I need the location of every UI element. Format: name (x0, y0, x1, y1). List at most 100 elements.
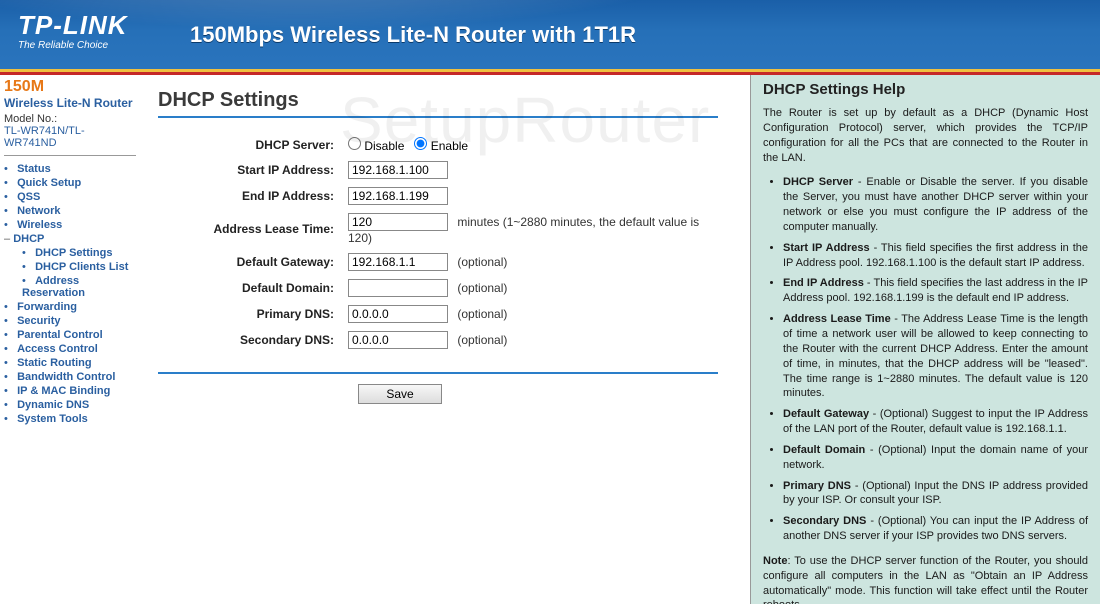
help-panel: DHCP Settings Help The Router is set up … (750, 73, 1100, 604)
rule-top (158, 116, 718, 118)
help-term: Default Gateway (783, 408, 869, 420)
radio-enable[interactable] (414, 137, 427, 150)
label-dhcp-server: DHCP Server: (160, 134, 340, 156)
label-domain: Default Domain: (160, 276, 340, 300)
help-term: Primary DNS (783, 480, 851, 492)
sidebar-link[interactable]: Parental Control (17, 329, 103, 341)
sidebar-link[interactable]: Static Routing (17, 357, 92, 369)
sidebar-item[interactable]: • IP & MAC Binding (4, 384, 136, 398)
sidebar-link[interactable]: Access Control (17, 343, 98, 355)
gateway-input[interactable] (348, 253, 448, 271)
sidebar-subitem[interactable]: • Address Reservation (4, 274, 136, 300)
sidebar-item[interactable]: • Static Routing (4, 356, 136, 370)
bullet-icon: • (4, 315, 14, 327)
main-panel: SetupRouter DHCP Settings DHCP Server: D… (140, 73, 750, 604)
sidebar-item[interactable]: • Parental Control (4, 328, 136, 342)
help-item: DHCP Server - Enable or Disable the serv… (783, 175, 1088, 234)
end-ip-input[interactable] (348, 187, 448, 205)
sidebar-item[interactable]: • Network (4, 204, 136, 218)
sidebar: 150M Wireless Lite-N Router Model No.: T… (0, 73, 140, 604)
bullet-icon: • (4, 205, 14, 217)
start-ip-input[interactable] (348, 161, 448, 179)
sidebar-item[interactable]: • Status (4, 162, 136, 176)
sidebar-item[interactable]: • Quick Setup (4, 176, 136, 190)
model-value: TL-WR741N/TL-WR741ND (4, 125, 136, 149)
label-sdns: Secondary DNS: (160, 328, 340, 352)
help-text: - The Address Lease Time is the length o… (783, 313, 1088, 399)
gateway-optional: (optional) (451, 255, 507, 269)
help-term: Address Lease Time (783, 313, 891, 325)
bullet-icon: • (4, 177, 14, 189)
sdns-input[interactable] (348, 331, 448, 349)
sidebar-link[interactable]: Security (17, 315, 60, 327)
sidebar-sublink[interactable]: DHCP Settings (35, 247, 112, 259)
bullet-icon: • (4, 191, 14, 203)
sidebar-sublink[interactable]: DHCP Clients List (35, 261, 128, 273)
radio-enable-wrap[interactable]: Enable (414, 139, 468, 153)
sidebar-item[interactable]: • System Tools (4, 412, 136, 426)
sidebar-link[interactable]: Dynamic DNS (17, 399, 89, 411)
sidebar-model-subtitle: Wireless Lite-N Router (4, 96, 136, 110)
help-item: Default Domain - (Optional) Input the do… (783, 443, 1088, 473)
bullet-icon: • (4, 329, 14, 341)
label-start-ip: Start IP Address: (160, 158, 340, 182)
bullet-icon: • (4, 357, 14, 369)
help-note-label: Note (763, 555, 787, 567)
radio-disable[interactable] (348, 137, 361, 150)
radio-disable-wrap[interactable]: Disable (348, 139, 408, 153)
sidebar-link[interactable]: Network (17, 205, 60, 217)
label-gateway: Default Gateway: (160, 250, 340, 274)
sidebar-link[interactable]: Forwarding (17, 301, 77, 313)
sidebar-item[interactable]: • QSS (4, 190, 136, 204)
lease-input[interactable] (348, 213, 448, 231)
current-arrow-icon: – (4, 233, 13, 245)
sidebar-link[interactable]: DHCP (13, 233, 44, 245)
bullet-icon: • (22, 247, 32, 259)
sidebar-item[interactable]: • Access Control (4, 342, 136, 356)
sidebar-link[interactable]: Wireless (17, 219, 62, 231)
sidebar-link[interactable]: IP & MAC Binding (17, 385, 110, 397)
help-term: Start IP Address (783, 242, 870, 254)
help-term: DHCP Server (783, 176, 853, 188)
sidebar-item[interactable]: – DHCP (4, 232, 136, 246)
bullet-icon: • (4, 219, 14, 231)
help-term: Default Domain (783, 444, 865, 456)
radio-enable-label: Enable (431, 139, 468, 153)
sidebar-item[interactable]: • Bandwidth Control (4, 370, 136, 384)
header: TP-LINK The Reliable Choice 150Mbps Wire… (0, 0, 1100, 72)
sidebar-item[interactable]: • Dynamic DNS (4, 398, 136, 412)
sidebar-sublink[interactable]: Address Reservation (22, 275, 85, 299)
sidebar-menu: • Status• Quick Setup• QSS• Network• Wir… (4, 162, 136, 426)
domain-input[interactable] (348, 279, 448, 297)
pdns-input[interactable] (348, 305, 448, 323)
label-lease: Address Lease Time: (160, 210, 340, 248)
radio-disable-label: Disable (364, 139, 404, 153)
sidebar-subitem[interactable]: • DHCP Settings (4, 246, 136, 260)
help-item: Start IP Address - This field specifies … (783, 241, 1088, 271)
sidebar-link[interactable]: Bandwidth Control (17, 371, 115, 383)
brand-logo: TP-LINK The Reliable Choice (18, 12, 128, 51)
page-title: DHCP Settings (158, 89, 732, 112)
sidebar-subitem[interactable]: • DHCP Clients List (4, 260, 136, 274)
pdns-optional: (optional) (451, 307, 507, 321)
save-button[interactable]: Save (358, 384, 442, 404)
domain-optional: (optional) (451, 281, 507, 295)
sidebar-link[interactable]: Status (17, 163, 51, 175)
sidebar-link[interactable]: System Tools (17, 413, 88, 425)
help-note-text: : To use the DHCP server function of the… (763, 555, 1088, 604)
help-note: Note: To use the DHCP server function of… (763, 554, 1088, 604)
sidebar-item[interactable]: • Wireless (4, 218, 136, 232)
help-item: Address Lease Time - The Address Lease T… (783, 312, 1088, 401)
sidebar-item[interactable]: • Security (4, 314, 136, 328)
sidebar-link[interactable]: Quick Setup (17, 177, 81, 189)
bullet-icon: • (4, 371, 14, 383)
help-term: End IP Address (783, 277, 864, 289)
banner-title: 150Mbps Wireless Lite-N Router with 1T1R (190, 22, 636, 48)
sidebar-item[interactable]: • Forwarding (4, 300, 136, 314)
help-item: Default Gateway - (Optional) Suggest to … (783, 407, 1088, 437)
help-title: DHCP Settings Help (763, 81, 1088, 98)
help-intro: The Router is set up by default as a DHC… (763, 106, 1088, 165)
sidebar-link[interactable]: QSS (17, 191, 40, 203)
help-item: Primary DNS - (Optional) Input the DNS I… (783, 479, 1088, 509)
bullet-icon: • (4, 301, 14, 313)
